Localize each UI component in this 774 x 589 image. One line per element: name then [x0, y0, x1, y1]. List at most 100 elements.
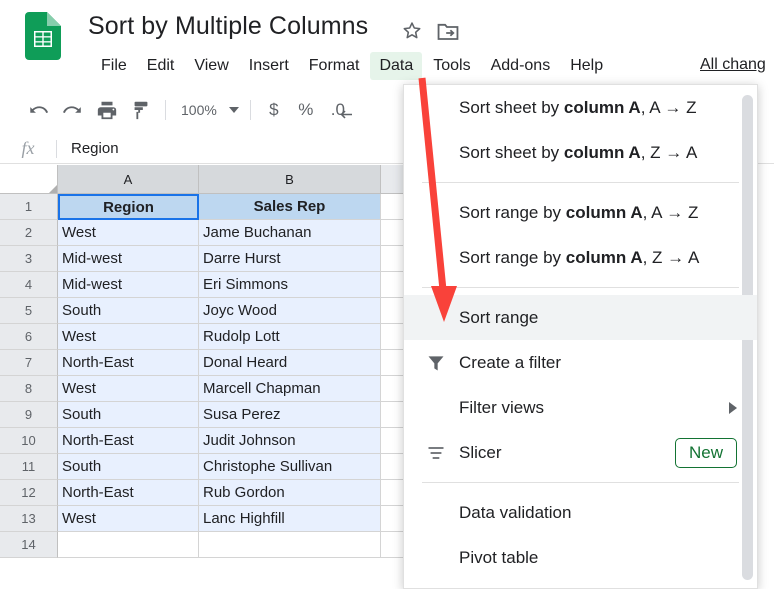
menu-edit[interactable]: Edit [138, 52, 184, 80]
menu-item-sort-range[interactable]: Sort range [404, 295, 757, 340]
zoom-selector[interactable]: 100% [173, 96, 243, 124]
cell-b7[interactable]: Donal Heard [199, 350, 381, 376]
cell-b1[interactable]: Sales Rep [199, 194, 381, 220]
menu-format[interactable]: Format [300, 52, 369, 80]
cell-a5[interactable]: South [58, 298, 199, 324]
filter-funnel-icon [426, 353, 446, 373]
cell-a12[interactable]: North-East [58, 480, 199, 506]
menu-item-sort-range-az[interactable]: Sort range by column A, A → Z [404, 190, 757, 235]
row-header-4[interactable]: 4 [0, 272, 58, 298]
row-header-14[interactable]: 14 [0, 532, 58, 558]
cell-a8[interactable]: West [58, 376, 199, 402]
row-header-10[interactable]: 10 [0, 428, 58, 454]
cell-b13[interactable]: Lanc Highfill [199, 506, 381, 532]
row-header-9[interactable]: 9 [0, 402, 58, 428]
row-header-label: 1 [24, 199, 33, 214]
undo-button[interactable] [22, 95, 56, 125]
cell-a9[interactable]: South [58, 402, 199, 428]
cell-b6[interactable]: Rudolp Lott [199, 324, 381, 350]
print-button[interactable] [90, 95, 124, 125]
row-header-label: 11 [21, 459, 36, 474]
menu-item-sort-sheet-za[interactable]: Sort sheet by column A, Z → A [404, 130, 757, 175]
menu-data[interactable]: Data [370, 52, 423, 80]
row-header-3[interactable]: 3 [0, 246, 58, 272]
menu-item-label: Data validation [459, 502, 572, 522]
percent-format-button[interactable]: % [290, 95, 322, 125]
grid-row: West Lanc Highfill [58, 506, 441, 532]
decrease-decimal-button[interactable]: .0 [322, 95, 354, 125]
cell-a13[interactable]: West [58, 506, 199, 532]
cell-b11[interactable]: Christophe Sullivan [199, 454, 381, 480]
cell-a4[interactable]: Mid-west [58, 272, 199, 298]
menu-item-data-validation[interactable]: Data validation [404, 490, 757, 535]
cell-a11[interactable]: South [58, 454, 199, 480]
menu-tools[interactable]: Tools [424, 52, 479, 80]
cell-value: Lanc Highfill [203, 510, 285, 527]
cell-a3[interactable]: Mid-west [58, 246, 199, 272]
row-header-2[interactable]: 2 [0, 220, 58, 246]
row-header-12[interactable]: 12 [0, 480, 58, 506]
redo-button[interactable] [56, 95, 90, 125]
grid-row [58, 532, 441, 558]
row-header-13[interactable]: 13 [0, 506, 58, 532]
cell-b8[interactable]: Marcell Chapman [199, 376, 381, 402]
column-header-a[interactable]: A [58, 165, 199, 194]
grid-row: West Marcell Chapman [58, 376, 441, 402]
menu-item-sort-range-za[interactable]: Sort range by column A, Z → A [404, 235, 757, 280]
row-header-1[interactable]: 1 [0, 194, 58, 220]
cell-a10[interactable]: North-East [58, 428, 199, 454]
cell-b2[interactable]: Jame Buchanan [199, 220, 381, 246]
menu-item-create-a-filter[interactable]: Create a filter [404, 340, 757, 385]
row-header-8[interactable]: 8 [0, 376, 58, 402]
cell-a1[interactable]: Region [58, 194, 199, 220]
row-header-label: 4 [24, 277, 33, 292]
menu-item-label: Filter views [459, 397, 545, 417]
menu-item-sort-sheet-az[interactable]: Sort sheet by column A, A → Z [404, 85, 757, 130]
cell-a14[interactable] [58, 532, 199, 558]
menu-help[interactable]: Help [561, 52, 612, 80]
cell-a7[interactable]: North-East [58, 350, 199, 376]
row-header-11[interactable]: 11 [0, 454, 58, 480]
cell-value: Rudolp Lott [203, 328, 280, 345]
cell-b9[interactable]: Susa Perez [199, 402, 381, 428]
cell-a2[interactable]: West [58, 220, 199, 246]
paint-format-button[interactable] [124, 95, 158, 125]
cell-a6[interactable]: West [58, 324, 199, 350]
cell-b10[interactable]: Judit Johnson [199, 428, 381, 454]
currency-format-button[interactable]: $ [258, 95, 290, 125]
toolbar-divider-1 [165, 100, 166, 120]
document-title[interactable]: Sort by Multiple Columns [88, 12, 368, 41]
menu-item-filter-views[interactable]: Filter views [404, 385, 757, 430]
save-status-label[interactable]: All chang [700, 56, 766, 74]
cell-b4[interactable]: Eri Simmons [199, 272, 381, 298]
row-header-label: 2 [24, 225, 33, 240]
row-header-5[interactable]: 5 [0, 298, 58, 324]
menu-insert[interactable]: Insert [240, 52, 298, 80]
cell-value: West [62, 510, 96, 527]
select-all-corner[interactable] [0, 165, 58, 194]
cell-value: Marcell Chapman [203, 380, 321, 397]
menu-item-label: Sort range [459, 307, 539, 327]
grid-row: Mid-west Darre Hurst [58, 246, 441, 272]
grid-row: North-East Rub Gordon [58, 480, 441, 506]
cell-value: Susa Perez [203, 406, 281, 423]
menu-file[interactable]: File [92, 52, 136, 80]
move-to-folder-icon[interactable] [437, 21, 459, 41]
row-header-7[interactable]: 7 [0, 350, 58, 376]
menu-add-ons[interactable]: Add-ons [482, 52, 560, 80]
formula-input[interactable]: Region [57, 140, 119, 157]
cell-b5[interactable]: Joyc Wood [199, 298, 381, 324]
menu-divider [422, 482, 739, 483]
star-icon[interactable] [401, 20, 423, 42]
menu-item-pivot-table[interactable]: Pivot table [404, 535, 757, 580]
cell-b12[interactable]: Rub Gordon [199, 480, 381, 506]
menu-view[interactable]: View [185, 52, 237, 80]
column-header-b[interactable]: B [199, 165, 381, 194]
cell-value: Judit Johnson [203, 432, 296, 449]
menu-item-label: Sort sheet by column A, A → Z [459, 97, 697, 117]
cell-b14[interactable] [199, 532, 381, 558]
menu-item-slicer[interactable]: Slicer New [404, 430, 757, 475]
row-header-6[interactable]: 6 [0, 324, 58, 350]
cell-b3[interactable]: Darre Hurst [199, 246, 381, 272]
menu-item-label: Sort range by column A, A → Z [459, 202, 699, 222]
